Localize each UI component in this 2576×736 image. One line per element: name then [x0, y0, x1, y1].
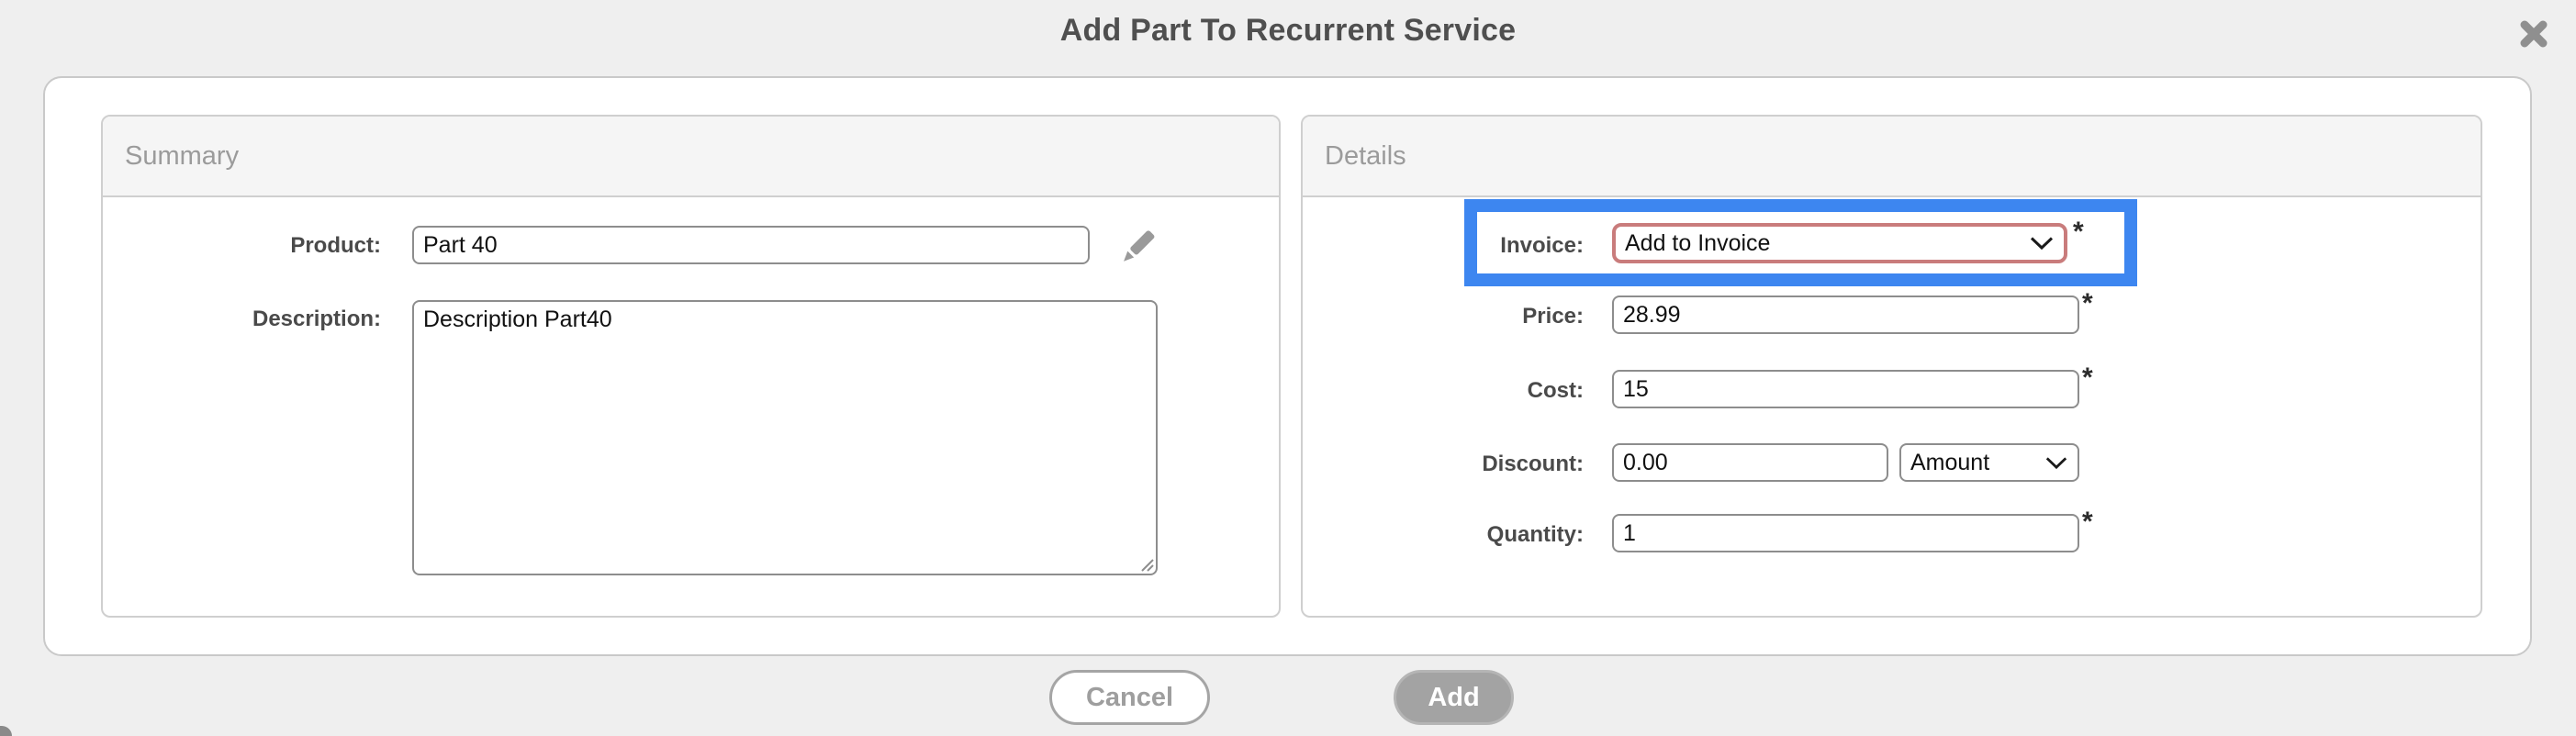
price-required-marker: * [2082, 288, 2093, 319]
invoice-required-marker: * [2073, 217, 2084, 248]
price-label: Price: [1327, 304, 1584, 329]
description-label: Description: [124, 307, 381, 332]
discount-type-select[interactable]: Amount [1899, 443, 2079, 482]
invoice-label: Invoice: [1327, 233, 1584, 259]
price-input[interactable] [1612, 296, 2079, 334]
add-button[interactable]: Add [1394, 670, 1514, 725]
details-panel-header: Details [1303, 117, 2481, 197]
discount-input[interactable] [1612, 443, 1888, 482]
summary-panel-header: Summary [103, 117, 1279, 197]
product-input[interactable] [412, 226, 1090, 264]
cancel-button[interactable]: Cancel [1049, 670, 1210, 725]
discount-type-value: Amount [1910, 450, 1989, 476]
add-part-dialog: Add Part To Recurrent Service Summary De… [0, 0, 2576, 736]
invoice-select-value: Add to Invoice [1625, 230, 1770, 257]
pencil-icon [1114, 260, 1161, 273]
product-label: Product: [124, 233, 381, 259]
chevron-down-icon [2044, 450, 2068, 476]
cost-input[interactable] [1612, 370, 2079, 408]
invoice-select[interactable]: Add to Invoice [1612, 223, 2067, 263]
quantity-required-marker: * [2082, 507, 2093, 538]
chevron-down-icon [2029, 230, 2055, 257]
close-button[interactable] [2510, 11, 2558, 59]
cost-label: Cost: [1327, 378, 1584, 404]
edit-product-button[interactable] [1114, 223, 1161, 271]
description-textarea[interactable]: Description Part40 [412, 300, 1158, 575]
background-corner [0, 726, 12, 736]
discount-label: Discount: [1327, 452, 1584, 477]
quantity-input[interactable] [1612, 514, 2079, 552]
dialog-title: Add Part To Recurrent Service [0, 13, 2576, 49]
cost-required-marker: * [2082, 362, 2093, 394]
quantity-label: Quantity: [1327, 522, 1584, 548]
close-icon [2514, 14, 2554, 57]
